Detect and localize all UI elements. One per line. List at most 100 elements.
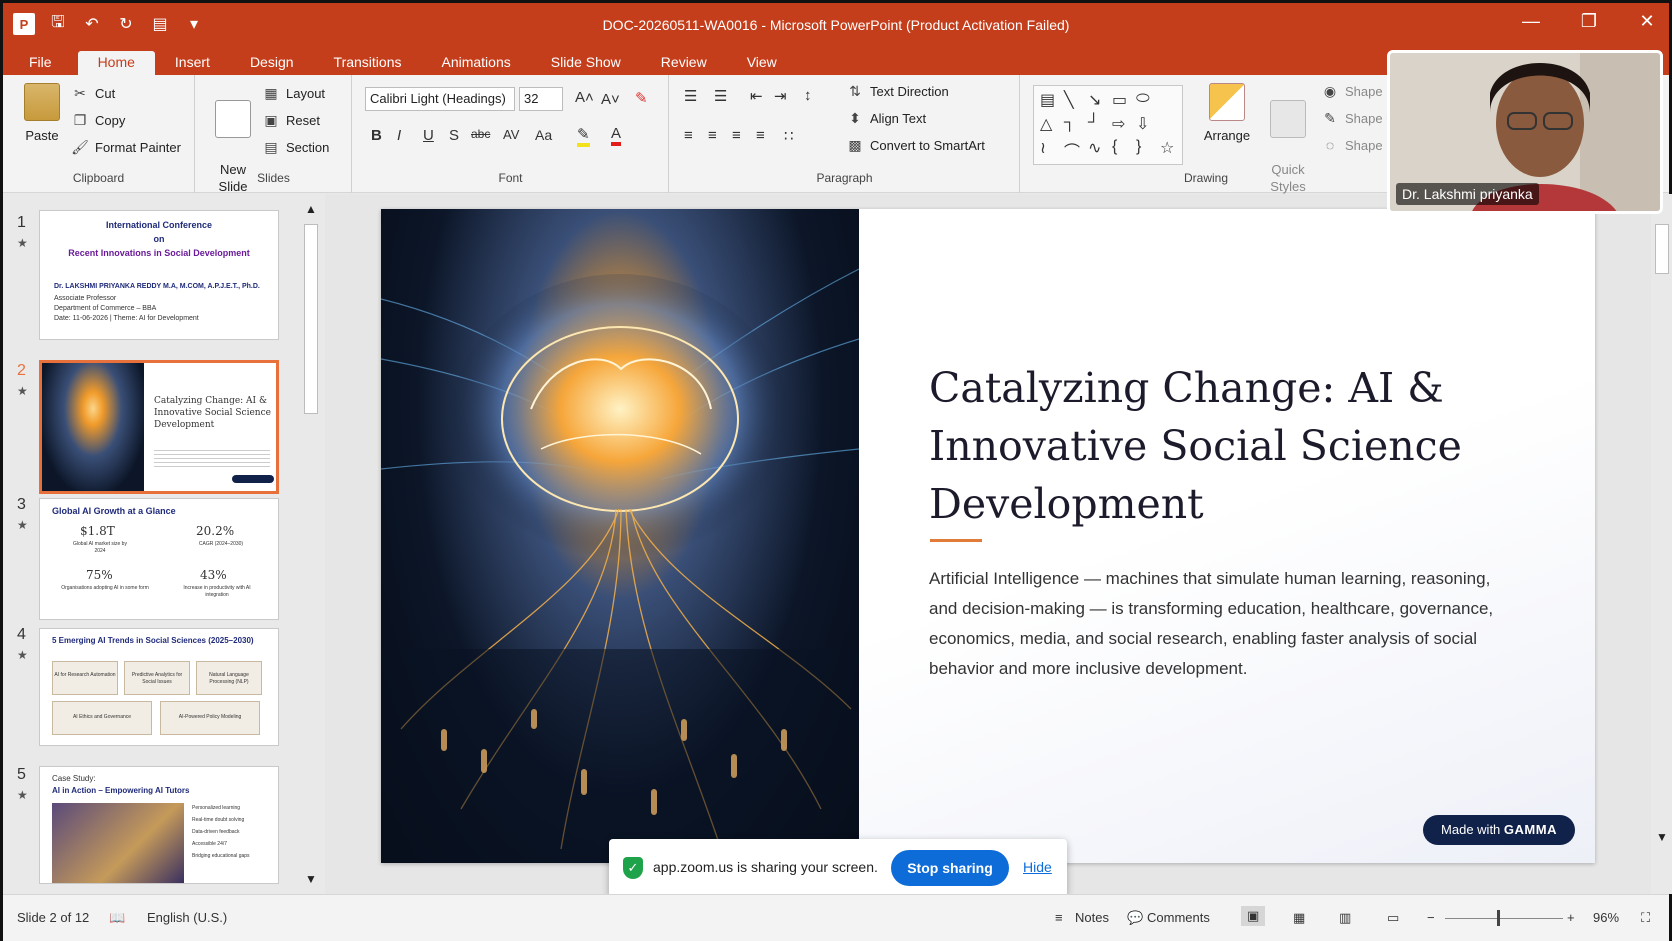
clear-formatting-icon[interactable]: ✎ [635,89,648,107]
curve-shape-icon[interactable]: ⌒ [1064,138,1080,162]
elbow-connector-icon[interactable]: ┐ [1064,114,1075,132]
tab-slide-show[interactable]: Slide Show [531,51,641,75]
comments-icon[interactable]: 💬 [1127,910,1143,926]
scroll-down-icon[interactable]: ▼ [1656,830,1668,844]
freeform-shape-icon[interactable]: ≀ [1040,138,1046,158]
fit-to-window-icon[interactable]: ⛶ [1641,910,1650,926]
slide-scroll-thumb[interactable] [1655,224,1669,274]
hide-link[interactable]: Hide [1023,859,1052,875]
comments-button[interactable]: Comments [1147,910,1210,925]
align-left-icon[interactable]: ≡ [684,127,693,144]
align-text-button[interactable]: ⬍ Align Text [846,110,926,127]
reset-button[interactable]: ▣ Reset [262,112,320,129]
close-icon[interactable]: ✕ [1635,11,1659,32]
arrow-shape-icon[interactable]: ↘ [1088,90,1101,110]
italic-icon[interactable]: I [397,127,401,144]
made-with-gamma-badge[interactable]: Made with GAMMA [1423,815,1575,845]
font-color-icon[interactable]: A [611,125,622,146]
participant-video[interactable]: Dr. Lakshmi priyanka [1387,50,1663,214]
reading-view-icon[interactable]: ▥ [1339,910,1351,926]
scroll-down-icon[interactable]: ▼ [305,872,317,886]
tab-insert[interactable]: Insert [155,51,230,75]
font-size-select[interactable]: 32 [519,87,563,111]
paste-button[interactable]: Paste [17,83,67,144]
layout-button[interactable]: ▦ Layout [262,85,325,102]
triangle-shape-icon[interactable]: △ [1040,114,1052,134]
restore-icon[interactable]: ❐ [1577,11,1601,32]
bullets-icon[interactable]: ☰ [684,87,697,105]
bold-icon[interactable]: B [371,127,382,144]
character-spacing-icon[interactable]: AV [503,127,519,142]
brace-right-icon[interactable]: } [1136,138,1141,156]
align-right-icon[interactable]: ≡ [732,127,741,144]
right-arrow-shape-icon[interactable]: ⇨ [1112,114,1125,134]
strikethrough-icon[interactable]: abc [471,127,490,141]
slide-scrollbar[interactable]: ▼ [1651,194,1672,894]
increase-indent-icon[interactable]: ⇥ [774,87,787,105]
slide-thumbnail-3[interactable]: Global AI Growth at a Glance $1.8T Globa… [39,498,279,620]
tab-transitions[interactable]: Transitions [314,51,422,75]
slide-thumbnail-4[interactable]: 5 Emerging AI Trends in Social Sciences … [39,628,279,746]
notes-button[interactable]: Notes [1075,910,1109,925]
format-painter-button[interactable]: 🖌 Format Painter [71,139,181,156]
star-shape-icon[interactable]: ☆ [1160,138,1174,158]
zoom-slider-thumb[interactable] [1497,910,1500,926]
text-direction-button[interactable]: ⇅ Text Direction [846,83,949,100]
convert-smartart-button[interactable]: ▩ Convert to SmartArt [846,137,985,154]
underline-icon[interactable]: U [423,127,434,144]
current-slide[interactable]: Catalyzing Change: AI & Innovative Socia… [381,209,1595,863]
scroll-up-icon[interactable]: ▲ [305,202,317,216]
align-center-icon[interactable]: ≡ [708,127,717,144]
tab-file[interactable]: File [3,51,78,75]
brace-left-icon[interactable]: { [1112,138,1117,156]
zoom-in-icon[interactable]: + [1567,910,1575,925]
thumbnail-scroll-thumb[interactable] [304,224,318,414]
arrange-button[interactable]: Arrange [1199,83,1255,144]
stop-sharing-button[interactable]: Stop sharing [891,850,1009,886]
minimize-icon[interactable]: — [1519,11,1543,32]
tab-view[interactable]: View [727,51,797,75]
zoom-level[interactable]: 96% [1593,910,1619,925]
numbering-icon[interactable]: ☰ [714,87,727,105]
line-spacing-icon[interactable]: ↕ [804,87,812,104]
tab-review[interactable]: Review [641,51,727,75]
elbow-arrow-icon[interactable]: ┘ [1088,114,1099,132]
slide-body-text[interactable]: Artificial Intelligence — machines that … [929,564,1509,684]
slide-show-icon[interactable]: ▭ [1387,910,1399,926]
cut-button[interactable]: ✂ Cut [71,85,115,102]
font-family-select[interactable]: Calibri Light (Headings) [365,87,515,111]
tab-design[interactable]: Design [230,51,314,75]
shrink-font-icon[interactable]: A˅ [601,91,620,108]
highlight-icon[interactable]: ✎ [577,125,590,147]
slide-title[interactable]: Catalyzing Change: AI & Innovative Socia… [929,359,1549,533]
shadow-icon[interactable]: S [449,127,459,144]
slide-thumbnail-2[interactable]: Catalyzing Change: AI & Innovative Socia… [39,360,279,494]
thumb3-caption: CAGR (2024–2030) [198,541,244,547]
slide-sorter-icon[interactable]: ▦ [1293,910,1305,926]
notes-icon[interactable]: ≡ [1055,910,1063,925]
thumbnail-scrollbar[interactable]: ▲ ▼ [301,202,321,892]
zoom-slider-track[interactable] [1445,918,1563,919]
normal-view-icon[interactable]: ▣ [1241,906,1266,926]
justify-icon[interactable]: ≡ [756,127,765,144]
shapes-gallery[interactable]: ▤ ╲ ↘ ▭ ⬭ △ ┐ ┘ ⇨ ⇩ ≀ ⌒ ∿ { } ☆ [1033,85,1183,165]
zoom-out-icon[interactable]: − [1427,910,1435,925]
change-case-icon[interactable]: Aa [535,127,552,143]
slide-thumbnail-1[interactable]: International Conference on Recent Innov… [39,210,279,340]
grow-font-icon[interactable]: A˄ [575,89,594,106]
tab-animations[interactable]: Animations [421,51,530,75]
tab-home[interactable]: Home [77,51,155,75]
arc-shape-icon[interactable]: ∿ [1088,138,1101,158]
columns-icon[interactable]: ∷ [784,127,794,145]
decrease-indent-icon[interactable]: ⇤ [750,87,763,105]
rectangle-shape-icon[interactable]: ▭ [1112,90,1127,110]
section-button[interactable]: ▤ Section [262,139,329,156]
slide-thumbnail-5[interactable]: Case Study: AI in Action – Empowering AI… [39,766,279,884]
line-shape-icon[interactable]: ╲ [1064,90,1074,110]
textbox-shape-icon[interactable]: ▤ [1040,90,1055,110]
oval-shape-icon[interactable]: ⬭ [1136,90,1150,108]
language-indicator[interactable]: English (U.S.) [147,910,227,925]
spell-check-icon[interactable]: 📖 [109,910,125,926]
down-arrow-shape-icon[interactable]: ⇩ [1136,114,1149,134]
copy-button[interactable]: ❐ Copy [71,112,126,129]
